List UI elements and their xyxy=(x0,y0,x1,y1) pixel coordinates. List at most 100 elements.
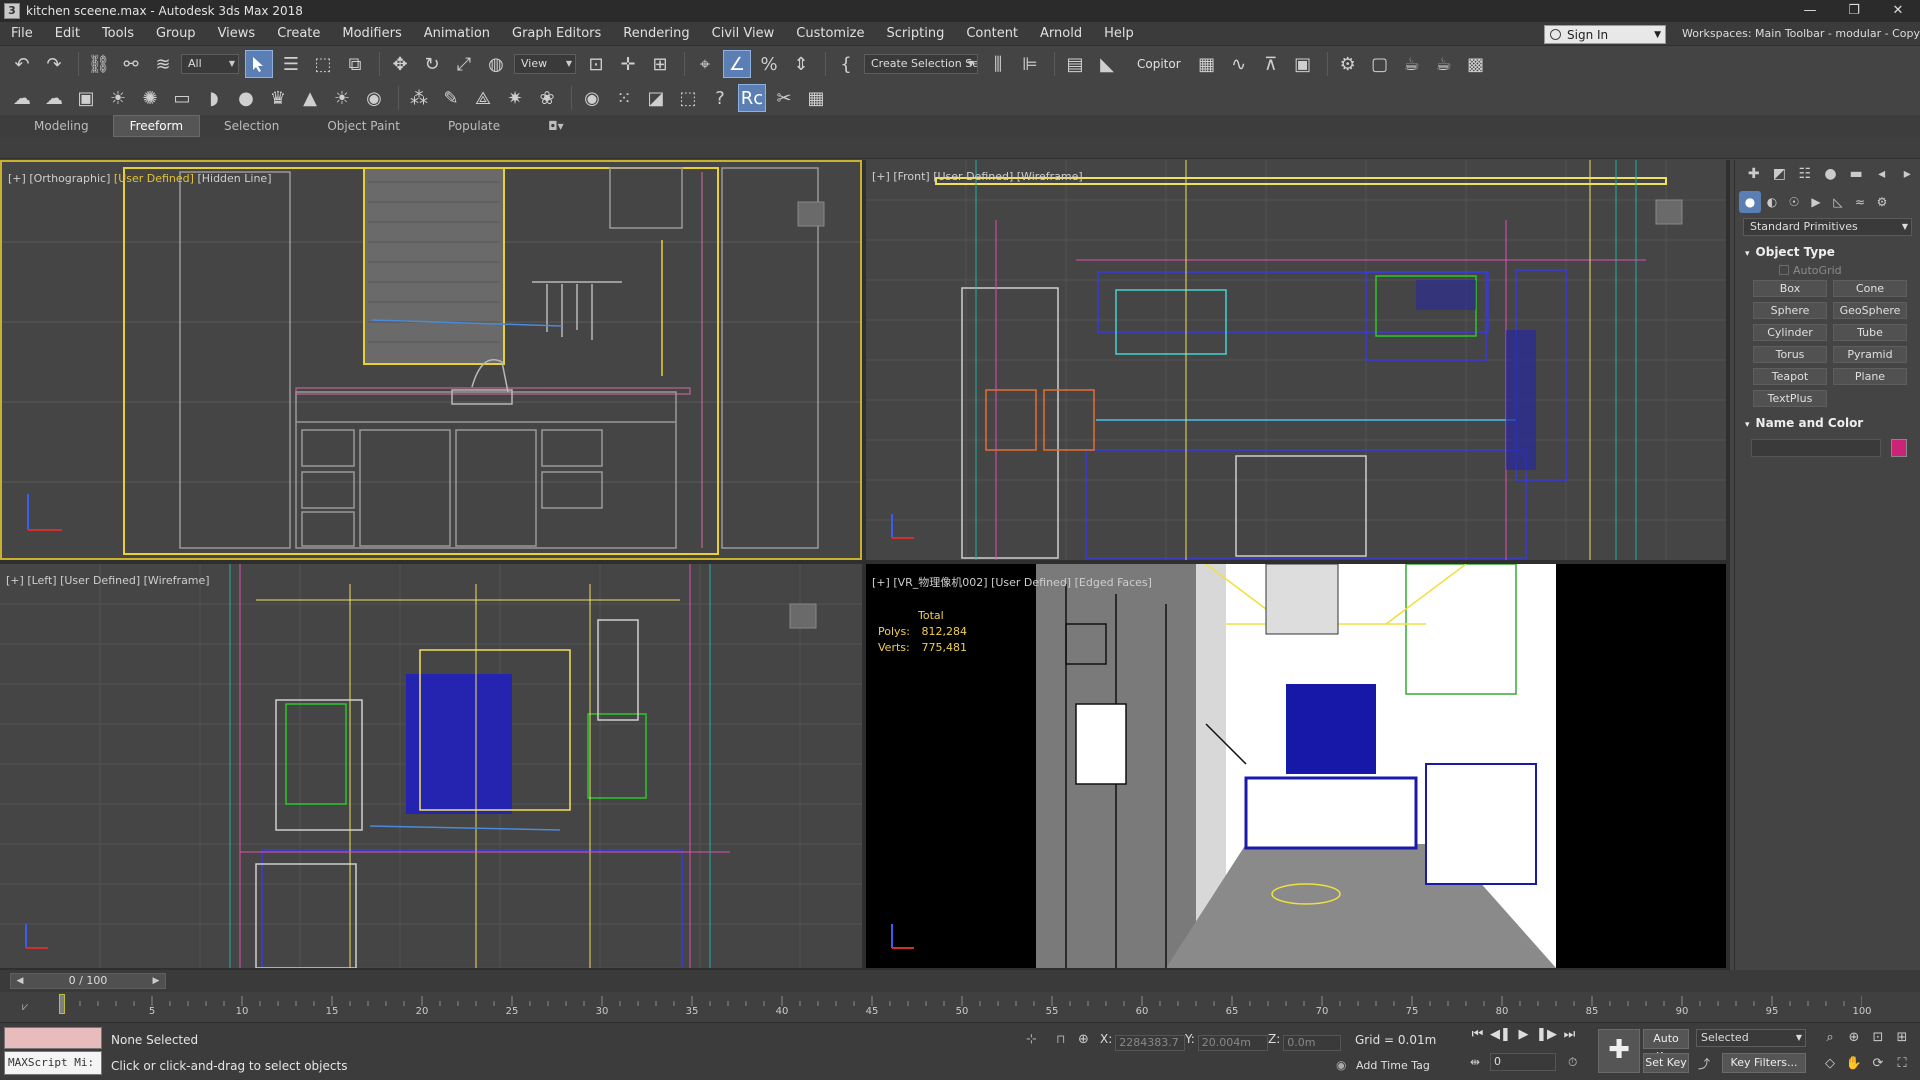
viewport-point-of-view[interactable]: [Orthographic] xyxy=(29,172,110,185)
viewport-mode[interactable]: [User Defined] xyxy=(933,170,1013,183)
shapes-icon[interactable]: ◐ xyxy=(1761,191,1783,213)
menu-graph-editors[interactable]: Graph Editors xyxy=(501,22,612,46)
fur-icon[interactable]: ⁂ xyxy=(405,84,433,112)
place-icon[interactable]: ◍ xyxy=(482,50,510,78)
viewport-point-of-view[interactable]: [Left] xyxy=(27,574,56,587)
vray-sun-icon[interactable]: ☀ xyxy=(328,84,356,112)
selection-lock-icon[interactable]: ⊓ xyxy=(1056,1032,1065,1046)
cylinder-button[interactable]: Cylinder xyxy=(1753,324,1827,341)
reference-coordinate-dropdown[interactable]: View xyxy=(514,54,576,74)
object-type-header[interactable]: ▾ Object Type xyxy=(1739,242,1916,262)
material-editor-icon[interactable]: ▣ xyxy=(1289,50,1317,78)
panel-scroll-icon[interactable]: ▸ xyxy=(1894,166,1920,182)
primitive-category-dropdown[interactable]: Standard Primitives xyxy=(1743,218,1912,236)
geosphere-button[interactable]: GeoSphere xyxy=(1833,302,1907,319)
scale-icon[interactable]: ⤢ xyxy=(450,50,478,78)
menu-content[interactable]: Content xyxy=(955,22,1029,46)
tab-object-paint[interactable]: Object Paint xyxy=(303,116,424,136)
ies-light-icon[interactable]: ▲ xyxy=(296,84,324,112)
material-convert-icon[interactable]: ◪ xyxy=(642,84,670,112)
menu-help[interactable]: Help xyxy=(1093,22,1145,46)
mini-curve-editor-icon[interactable]: ⩗ xyxy=(22,1000,28,1014)
pan-icon[interactable]: ✋ xyxy=(1842,1053,1866,1075)
coord-y-field[interactable]: 20.004m xyxy=(1197,1035,1268,1051)
vray-icon[interactable]: ☁ xyxy=(8,84,36,112)
key-filters-button[interactable]: Key Filters... xyxy=(1722,1053,1806,1073)
app-icon[interactable]: 3 xyxy=(4,3,20,19)
viewport-menu-plus[interactable]: [+] xyxy=(6,574,24,587)
object-name-field[interactable] xyxy=(1751,439,1881,457)
coord-z-field[interactable]: 0.0m xyxy=(1283,1035,1342,1051)
tools-icon[interactable]: ✂ xyxy=(770,84,798,112)
maxscript-listener[interactable]: MAXScript Mi: xyxy=(4,1027,102,1077)
displacement-icon[interactable]: ⟁ xyxy=(469,84,497,112)
sign-in-dropdown[interactable]: Sign In ▼ xyxy=(1544,25,1666,44)
menu-customize[interactable]: Customize xyxy=(785,22,875,46)
isolate-selection-icon[interactable]: ⊹ xyxy=(1026,1032,1037,1047)
next-frame-icon[interactable]: ▶ xyxy=(149,974,163,988)
sphere-button[interactable]: Sphere xyxy=(1753,302,1827,319)
maximize-viewport-icon[interactable]: ⛶ xyxy=(1890,1053,1914,1075)
viewport-point-of-view[interactable]: [Front] xyxy=(893,170,929,183)
redo-icon[interactable]: ↷ xyxy=(40,50,68,78)
viewport-mode[interactable]: [User Defined] xyxy=(114,172,194,185)
absolute-mode-icon[interactable]: ⊕ xyxy=(1078,1032,1089,1047)
mirror-icon[interactable]: ⫼ xyxy=(984,50,1012,78)
geometry-icon[interactable]: ● xyxy=(1739,191,1761,213)
key-mode-icon[interactable]: ⇹ xyxy=(1470,1055,1480,1069)
time-slider[interactable]: ◀ 0 / 100 ▶ xyxy=(10,973,166,989)
sun-icon[interactable]: ✺ xyxy=(136,84,164,112)
cameras-icon[interactable]: ▶ xyxy=(1805,191,1827,213)
display-tab-icon[interactable]: ▬ xyxy=(1843,166,1869,182)
close-icon[interactable]: ✕ xyxy=(1876,0,1920,22)
light-lister-icon[interactable]: ☀ xyxy=(104,84,132,112)
zoom-all-icon[interactable]: ⊕ xyxy=(1842,1027,1866,1049)
hierarchy-tab-icon[interactable]: ☷ xyxy=(1792,166,1818,182)
viewport-label[interactable]: [+] [VR_物理像机002] [User Defined] [Edged F… xyxy=(872,574,1152,590)
plane-button[interactable]: Plane xyxy=(1833,368,1907,385)
keyboard-shortcut-override-icon[interactable]: ⊞ xyxy=(646,50,674,78)
vray-plane-icon[interactable]: ▭ xyxy=(168,84,196,112)
viewport-left[interactable]: [+] [Left] [User Defined] [Wireframe] xyxy=(0,564,862,968)
previous-frame-icon[interactable]: ◀ xyxy=(13,974,27,988)
align-icon[interactable]: ⊫ xyxy=(1016,50,1044,78)
copitor-label[interactable]: Copitor xyxy=(1137,57,1181,71)
spinner-snap-icon[interactable]: ⇕ xyxy=(787,50,815,78)
tab-modeling[interactable]: Modeling xyxy=(10,116,113,136)
orbit-icon[interactable]: ⟳ xyxy=(1866,1053,1890,1075)
play-icon[interactable]: ▶ xyxy=(1512,1027,1535,1042)
maxscript-input[interactable]: MAXScript Mi: xyxy=(4,1051,102,1075)
viewport-point-of-view[interactable]: [VR_物理像机002] xyxy=(893,576,987,589)
viewport-mode[interactable]: [User Defined] xyxy=(60,574,140,587)
window-crossing-icon[interactable]: ⧉ xyxy=(341,50,369,78)
render-grid-icon[interactable]: ▩ xyxy=(1462,50,1490,78)
go-to-end-icon[interactable]: ⏭ xyxy=(1558,1027,1581,1042)
coord-x-field[interactable]: 2284383.7 xyxy=(1115,1035,1186,1051)
utilities-tab-icon[interactable]: ◂ xyxy=(1869,166,1895,182)
set-key-button[interactable]: Set Key xyxy=(1643,1053,1689,1073)
maxscript-output[interactable] xyxy=(4,1027,102,1049)
undo-icon[interactable]: ↶ xyxy=(8,50,36,78)
viewport-orthographic[interactable]: [+] [Orthographic] [User Defined] [Hidde… xyxy=(0,160,862,560)
layer-explorer-icon[interactable]: ◣ xyxy=(1093,50,1121,78)
menu-tools[interactable]: Tools xyxy=(91,22,145,46)
track-bar[interactable]: ⩗ 5 10 15 20 25 30 35 40 45 50 55 60 65 70 75 80 85 90 95 1… xyxy=(0,992,1920,1022)
particle-icon[interactable]: ✷ xyxy=(501,84,529,112)
box-button[interactable]: Box xyxy=(1753,280,1827,297)
menu-create[interactable]: Create xyxy=(266,22,331,46)
material-grid-icon[interactable]: ⁙ xyxy=(610,84,638,112)
zoom-icon[interactable]: ⌕ xyxy=(1818,1027,1842,1049)
proxy-icon[interactable]: ✎ xyxy=(437,84,465,112)
auto-key-button[interactable]: Auto Key xyxy=(1643,1029,1689,1063)
edit-named-selection-icon[interactable]: { xyxy=(832,50,860,78)
modify-tab-icon[interactable]: ◩ xyxy=(1767,166,1793,182)
motion-tab-icon[interactable]: ● xyxy=(1818,166,1844,182)
dome-light-icon[interactable]: ◗ xyxy=(200,84,228,112)
viewport-menu-plus[interactable]: [+] xyxy=(872,170,890,183)
previous-key-icon[interactable]: ◀❚ xyxy=(1489,1027,1512,1042)
menu-group[interactable]: Group xyxy=(145,22,207,46)
menu-scripting[interactable]: Scripting xyxy=(876,22,956,46)
viewport-camera[interactable]: [+] [VR_物理像机002] [User Defined] [Edged F… xyxy=(866,564,1726,968)
menu-modifiers[interactable]: Modifiers xyxy=(331,22,412,46)
viewport-label[interactable]: [+] [Front] [User Defined] [Wireframe] xyxy=(872,170,1083,183)
